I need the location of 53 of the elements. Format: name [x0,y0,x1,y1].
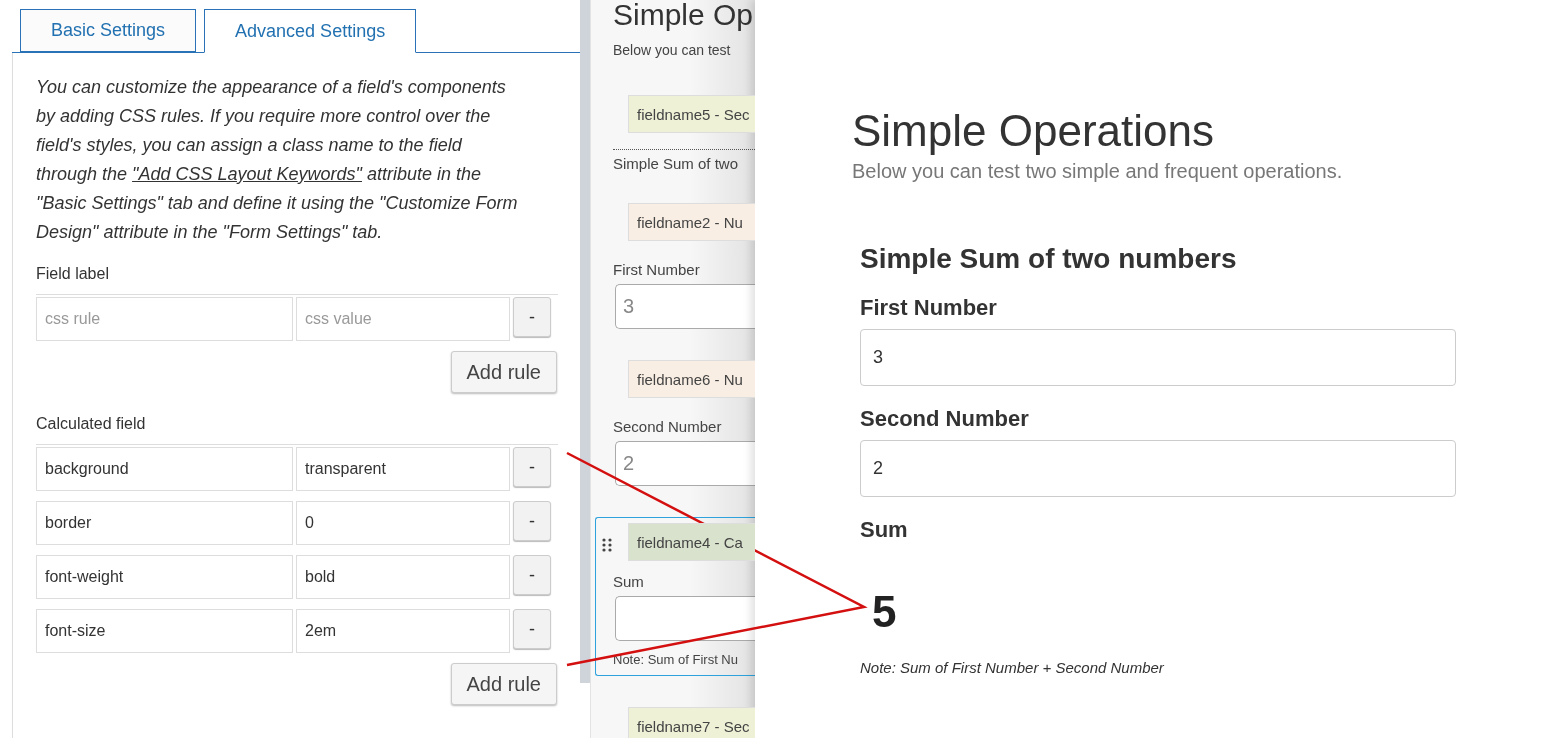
number-input[interactable]: 3 [860,329,1456,386]
field-tag[interactable]: fieldname5 - Sec [628,95,755,133]
form-field[interactable]: fieldname6 - Nu Second Number 2 [595,360,755,486]
field-tag[interactable]: fieldname6 - Nu [628,360,755,398]
section-title: Simple Sum of two numbers [860,243,1238,275]
add-rule-button[interactable]: Add rule [450,351,557,393]
number-input[interactable]: 2 [860,440,1456,497]
sum-result: 5 [872,587,898,637]
settings-tab[interactable]: Advanced Settings [204,9,417,53]
form-title: Simple Operations [852,106,1215,156]
css-rule-field[interactable]: css rule [36,297,293,341]
css-value-field[interactable]: 0 [296,501,510,545]
description-text: You can customize the appearance of a field's components by adding CSS rules. If you require more control over the field's styles, you can assign a class name to the field through the "Add CSS Layout Keywords" attribute in the "Basic Settings" tab and define it using the "Customize Form Design" attribute in the "Form Settings" tab. [36,76,519,244]
add-rule-button[interactable]: Add rule [450,663,557,705]
calculated-input[interactable] [615,596,755,641]
number-input[interactable]: 3 [615,284,755,329]
field-label: First Number [860,295,998,321]
css-rule-field[interactable]: font-weight [36,555,293,599]
selected-field[interactable]: fieldname4 - Ca Sum Note: Sum of First Nu [595,517,755,676]
form-field[interactable]: fieldname2 - Nu First Number 3 [595,203,755,329]
form-title: Simple Op [613,0,755,32]
css-value-field[interactable]: 2em [296,609,510,653]
css-value-field[interactable]: css value [296,297,510,341]
number-input[interactable]: 2 [615,441,755,486]
field-note: Note: Sum of First Number + Second Number [860,659,1165,676]
form-field[interactable]: fieldname7 - Sec [595,707,755,738]
remove-rule-button[interactable]: - [513,297,551,337]
field-label: Second Number [613,418,723,435]
field-note: Note: Sum of First Nu [613,652,739,667]
field-label: Sum [613,573,645,590]
remove-rule-button[interactable]: - [513,447,551,487]
css-value-field[interactable]: transparent [296,447,510,491]
css-rule-field[interactable]: background [36,447,293,491]
form-description: Below you can test two simple and frequent operations. [852,160,1344,183]
settings-tab[interactable]: Basic Settings [20,9,197,52]
keywords-link[interactable]: "Add CSS Layout Keywords" [132,164,362,184]
section-label: Calculated field [36,415,558,445]
field-tag[interactable]: fieldname7 - Sec [628,707,755,738]
css-value-field[interactable]: bold [296,555,510,599]
remove-rule-button[interactable]: - [513,609,551,649]
remove-rule-button[interactable]: - [513,501,551,541]
form-description: Below you can test [613,42,732,58]
scrollbar-thumb[interactable] [580,0,590,683]
css-rule-field[interactable]: font-size [36,609,293,653]
field-label: First Number [613,261,701,278]
field-label: Second Number [860,406,1030,432]
css-rule-field[interactable]: border [36,501,293,545]
remove-rule-button[interactable]: - [513,555,551,595]
field-tag[interactable]: fieldname4 - Ca [628,523,755,561]
field-label: Sum [860,517,909,543]
field-tag[interactable]: fieldname2 - Nu [628,203,755,241]
drag-handle-icon[interactable] [602,538,612,552]
section-label: Field label [36,265,558,295]
